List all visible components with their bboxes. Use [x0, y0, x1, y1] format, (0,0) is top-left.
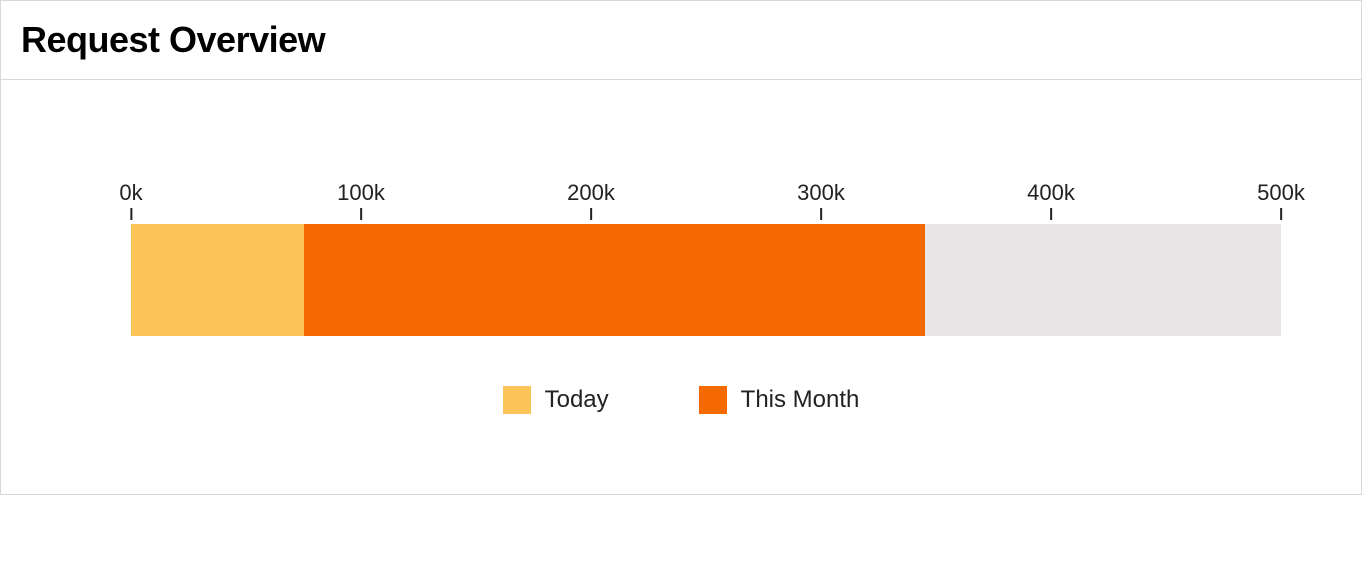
legend: Today This Month — [81, 386, 1281, 414]
axis-tick: 200k — [567, 180, 615, 220]
bar-segment-this-month — [304, 224, 925, 336]
axis-tick-mark — [130, 208, 132, 220]
axis-tick-label: 100k — [337, 180, 385, 205]
x-axis: 0k100k200k300k400k500k — [131, 180, 1281, 220]
card-header: Request Overview — [1, 1, 1361, 80]
axis-tick-label: 400k — [1027, 180, 1075, 205]
card-title: Request Overview — [21, 19, 1341, 61]
axis-tick: 400k — [1027, 180, 1075, 220]
axis-tick-mark — [590, 208, 592, 220]
axis-tick-mark — [1280, 208, 1282, 220]
legend-swatch — [699, 386, 727, 414]
bar-segment-today — [131, 224, 304, 336]
axis-tick-mark — [360, 208, 362, 220]
chart-area: 0k100k200k300k400k500k TodayThis Month — [81, 180, 1281, 414]
legend-item-today: Today — [503, 386, 609, 414]
axis-tick-label: 500k — [1257, 180, 1305, 205]
card-body: 0k 100k 200k 300k 400k 500k Today This Month — [1, 80, 1361, 494]
legend-label: This Month — [741, 386, 860, 414]
axis-tick: 500k — [1257, 180, 1305, 220]
axis-tick: 300k — [797, 180, 845, 220]
axis-tick-label: 0k — [119, 180, 142, 205]
request-overview-card: Request Overview 0k 100k 200k 300k 400k 500k … — [0, 0, 1362, 495]
legend-item-this-month: This Month — [699, 386, 860, 414]
bar-track — [131, 224, 1281, 336]
axis-tick-label: 300k — [797, 180, 845, 205]
axis-tick: 100k — [337, 180, 385, 220]
legend-swatch — [503, 386, 531, 414]
axis-tick-mark — [1050, 208, 1052, 220]
axis-tick: 0k — [119, 180, 142, 220]
axis-tick-mark — [820, 208, 822, 220]
axis-tick-label: 200k — [567, 180, 615, 205]
legend-label: Today — [545, 386, 609, 414]
